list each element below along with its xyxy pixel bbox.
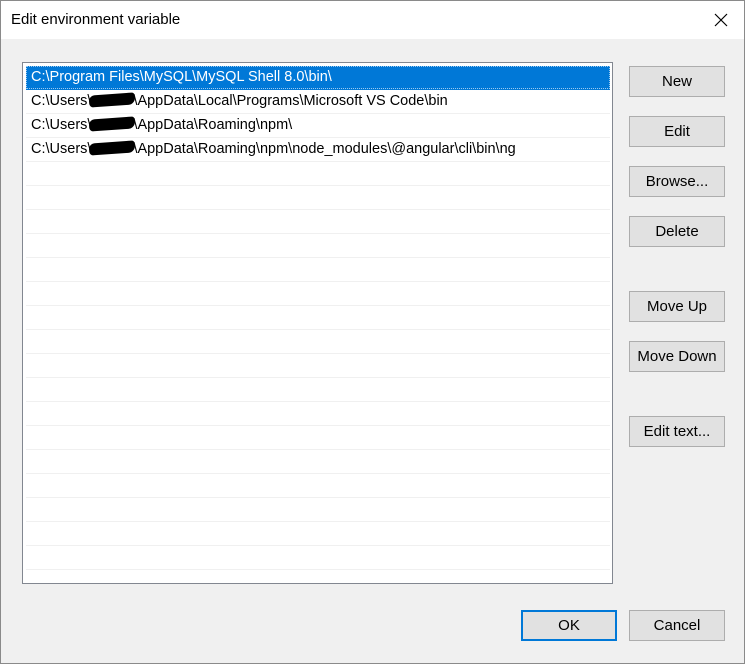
- empty-list-row[interactable]: [26, 402, 610, 426]
- ok-button[interactable]: OK: [521, 610, 617, 641]
- redacted-username: [89, 116, 136, 132]
- edit-button[interactable]: Edit: [629, 116, 725, 147]
- empty-list-row[interactable]: [26, 474, 610, 498]
- empty-list-row[interactable]: [26, 330, 610, 354]
- empty-list-row[interactable]: [26, 162, 610, 186]
- new-button[interactable]: New: [629, 66, 725, 97]
- path-suffix: \AppData\Local\Programs\Microsoft VS Cod…: [133, 93, 448, 109]
- empty-list-row[interactable]: [26, 498, 610, 522]
- empty-list-row[interactable]: [26, 546, 610, 570]
- browse-button[interactable]: Browse...: [629, 166, 725, 197]
- path-suffix: \AppData\Roaming\npm\node_modules\@angul…: [133, 141, 516, 157]
- empty-list-row[interactable]: [26, 450, 610, 474]
- redacted-username: [89, 140, 136, 156]
- list-item[interactable]: C:\Users\ \AppData\Roaming\npm\: [26, 114, 610, 138]
- empty-list-row[interactable]: [26, 186, 610, 210]
- title-bar: Edit environment variable: [1, 1, 744, 39]
- empty-list-row[interactable]: [26, 522, 610, 546]
- move-down-button[interactable]: Move Down: [629, 341, 725, 372]
- path-list[interactable]: C:\Program Files\MySQL\MySQL Shell 8.0\b…: [22, 62, 613, 584]
- empty-list-row[interactable]: [26, 234, 610, 258]
- path-prefix: C:\Users\: [31, 93, 92, 109]
- close-icon: [714, 13, 728, 27]
- edit-text-button[interactable]: Edit text...: [629, 416, 725, 447]
- empty-list-row[interactable]: [26, 306, 610, 330]
- redacted-username: [89, 92, 136, 108]
- path-prefix: C:\Users\: [31, 141, 92, 157]
- list-item[interactable]: C:\Program Files\MySQL\MySQL Shell 8.0\b…: [26, 66, 610, 90]
- list-item[interactable]: C:\Users\ \AppData\Local\Programs\Microso…: [26, 90, 610, 114]
- edit-env-variable-dialog: Edit environment variable C:\Program Fil…: [0, 0, 745, 664]
- path-suffix: \AppData\Roaming\npm\: [133, 117, 293, 133]
- path-prefix: C:\Users\: [31, 117, 92, 133]
- delete-button[interactable]: Delete: [629, 216, 725, 247]
- empty-list-row[interactable]: [26, 258, 610, 282]
- dialog-title: Edit environment variable: [11, 11, 181, 28]
- close-button[interactable]: [698, 1, 744, 39]
- empty-list-row[interactable]: [26, 354, 610, 378]
- cancel-button[interactable]: Cancel: [629, 610, 725, 641]
- empty-list-row[interactable]: [26, 378, 610, 402]
- empty-list-row[interactable]: [26, 210, 610, 234]
- empty-list-row[interactable]: [26, 282, 610, 306]
- empty-list-row[interactable]: [26, 426, 610, 450]
- list-item[interactable]: C:\Users\ \AppData\Roaming\npm\node_modul…: [26, 138, 610, 162]
- move-up-button[interactable]: Move Up: [629, 291, 725, 322]
- list-item-text: C:\Program Files\MySQL\MySQL Shell 8.0\b…: [31, 69, 332, 85]
